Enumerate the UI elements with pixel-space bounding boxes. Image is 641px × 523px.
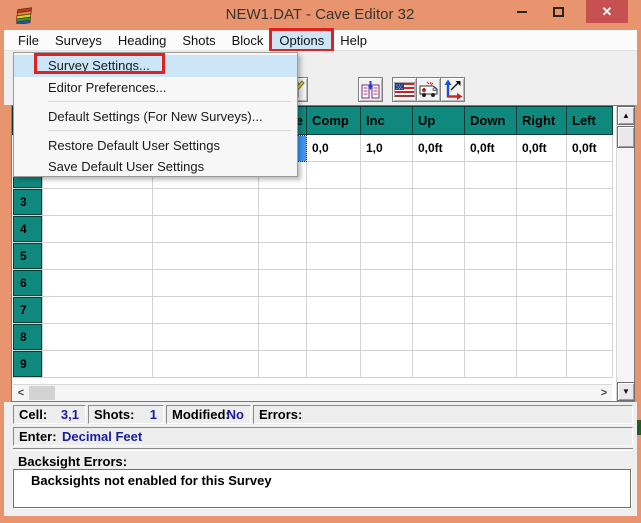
import-shots-button[interactable]	[358, 77, 383, 102]
minimize-icon	[517, 11, 527, 13]
enter-label: Enter:	[19, 428, 57, 445]
scroll-left-icon: <	[18, 387, 24, 399]
modified-label: Modified:	[172, 406, 230, 423]
horizontal-scroll-thumb[interactable]	[29, 386, 55, 400]
scroll-right-button[interactable]: >	[596, 385, 612, 401]
menu-shots[interactable]: Shots	[174, 30, 223, 50]
ambulance-button[interactable]	[416, 77, 441, 102]
cell-right[interactable]: 0,0ft	[516, 135, 566, 161]
row-header-9[interactable]: 9	[13, 351, 42, 377]
backsight-errors-label: Backsight Errors:	[18, 454, 127, 469]
menu-surveys[interactable]: Surveys	[47, 30, 110, 50]
menu-item-restore-defaults[interactable]: Restore Default User Settings	[14, 135, 297, 156]
cell-comp[interactable]: 0,0	[306, 135, 360, 161]
modified-value: No	[227, 406, 244, 423]
row-header-4[interactable]: 4	[13, 216, 42, 242]
vertical-scroll-thumb[interactable]	[617, 126, 635, 148]
options-dropdown-menu: Survey Settings... Editor Preferences...…	[13, 52, 298, 177]
menu-options[interactable]: Options	[271, 30, 332, 50]
menu-item-save-defaults[interactable]: Save Default User Settings	[14, 156, 297, 177]
horizontal-scrollbar[interactable]: < >	[13, 384, 612, 401]
close-icon: ✕	[602, 4, 613, 20]
background-sliver	[637, 420, 641, 435]
row-header-7[interactable]: 7	[13, 297, 42, 323]
cell-status-panel: Cell: 3,1	[13, 405, 86, 424]
menu-item-survey-settings[interactable]: Survey Settings...	[14, 55, 297, 77]
axes-icon	[442, 79, 463, 100]
scroll-down-button[interactable]: ▼	[617, 382, 635, 401]
backsight-errors-box: Backsights not enabled for this Survey	[13, 469, 631, 508]
row-header-6[interactable]: 6	[13, 270, 42, 296]
menu-help[interactable]: Help	[332, 30, 375, 50]
maximize-button[interactable]	[542, 0, 574, 24]
column-header-left[interactable]: Left	[566, 106, 613, 135]
row-header-8[interactable]: 8	[13, 324, 42, 350]
menu-item-default-settings[interactable]: Default Settings (For New Surveys)...	[14, 106, 297, 128]
cell-up[interactable]: 0,0ft	[412, 135, 464, 161]
enter-panel: Enter: Decimal Feet	[13, 427, 633, 446]
cell-value: 3,1	[61, 406, 79, 423]
row-header-5[interactable]: 5	[13, 243, 42, 269]
shots-status-panel: Shots: 1	[88, 405, 164, 424]
app-icon	[15, 6, 37, 24]
us-flag-button[interactable]	[392, 77, 417, 102]
cell-label: Cell:	[19, 406, 47, 423]
enter-value: Decimal Feet	[62, 428, 142, 445]
column-header-up[interactable]: Up	[412, 106, 465, 135]
backsight-message: Backsights not enabled for this Survey	[31, 473, 272, 488]
column-header-inc[interactable]: Inc	[360, 106, 413, 135]
maximize-icon	[553, 7, 564, 17]
column-header-right[interactable]: Right	[516, 106, 567, 135]
title-bar: NEW1.DAT - Cave Editor 32 ✕	[0, 0, 641, 30]
shots-value: 1	[150, 406, 157, 423]
scroll-up-icon: ▲	[622, 111, 630, 120]
errors-status-panel: Errors:	[253, 405, 633, 424]
menu-heading[interactable]: Heading	[110, 30, 174, 50]
axes-button[interactable]	[440, 77, 465, 102]
cell-inc[interactable]: 1,0	[360, 135, 412, 161]
menu-file[interactable]: File	[10, 30, 47, 50]
modified-status-panel: Modified: No	[166, 405, 251, 424]
menu-block[interactable]: Block	[224, 30, 272, 50]
menu-bar: File Surveys Heading Shots Block Options…	[4, 30, 637, 51]
ambulance-icon	[418, 81, 440, 99]
minimize-button[interactable]	[506, 0, 538, 24]
app-window: NEW1.DAT - Cave Editor 32 ✕ File Surveys…	[0, 0, 641, 523]
scroll-down-icon: ▼	[622, 387, 630, 396]
window-title: NEW1.DAT - Cave Editor 32	[150, 6, 490, 23]
scroll-right-icon: >	[601, 387, 607, 399]
cell-left[interactable]: 0,0ft	[566, 135, 612, 161]
errors-label: Errors:	[259, 406, 302, 423]
column-header-down[interactable]: Down	[464, 106, 517, 135]
menu-item-editor-preferences[interactable]: Editor Preferences...	[14, 77, 297, 99]
column-header-comp[interactable]: Comp	[306, 106, 361, 135]
us-flag-icon	[394, 82, 415, 97]
vertical-scrollbar[interactable]: ▲ ▼	[616, 106, 634, 401]
scroll-up-button[interactable]: ▲	[617, 106, 635, 125]
cell-down[interactable]: 0,0ft	[464, 135, 516, 161]
row-header-3[interactable]: 3	[13, 189, 42, 215]
shots-label: Shots:	[94, 406, 134, 423]
close-button[interactable]: ✕	[586, 0, 628, 23]
divider	[13, 448, 633, 451]
import-shots-icon	[360, 80, 381, 100]
scroll-left-button[interactable]: <	[13, 385, 29, 401]
